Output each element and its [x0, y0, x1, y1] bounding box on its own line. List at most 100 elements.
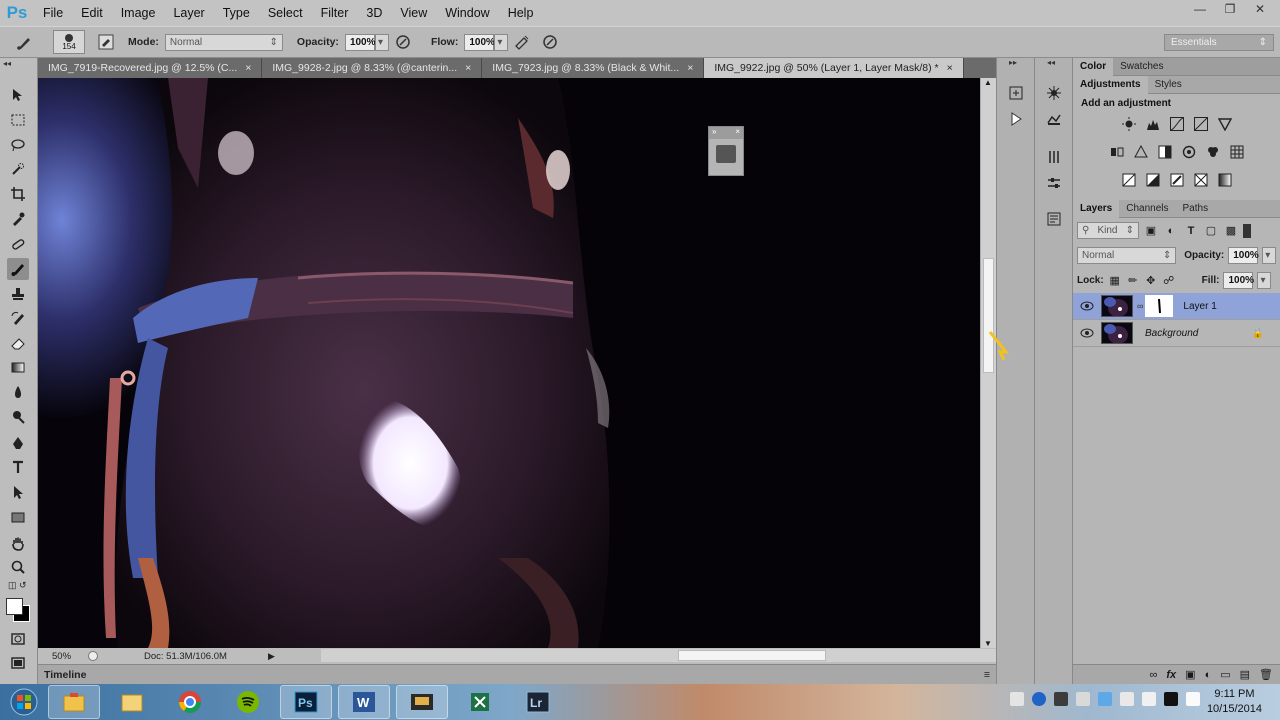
path-selection-tool-icon[interactable] [7, 481, 29, 503]
tab-swatches[interactable]: Swatches [1113, 58, 1170, 76]
actions-panel-icon[interactable] [1005, 108, 1027, 130]
lock-position-icon[interactable]: ✥ [1144, 274, 1158, 287]
invert-icon[interactable] [1120, 171, 1138, 189]
new-layer-icon[interactable]: ▤ [1240, 668, 1250, 681]
crop-tool-icon[interactable] [7, 183, 29, 205]
filter-toggle-icon[interactable] [1243, 223, 1251, 238]
flow-dropdown[interactable]: ▾ [494, 33, 509, 51]
volume-icon[interactable] [1142, 692, 1156, 706]
selective-color-icon[interactable] [1192, 171, 1210, 189]
taskbar-cast[interactable] [396, 685, 448, 719]
close-icon[interactable]: × [687, 62, 693, 74]
menu-view[interactable]: View [391, 0, 436, 26]
layer-kind-select[interactable]: ⚲ Kind ⇕ [1077, 222, 1139, 239]
lock-transparent-icon[interactable]: ▦ [1108, 274, 1122, 287]
history-panel-icon[interactable] [1005, 82, 1027, 104]
new-group-icon[interactable]: ▭ [1220, 668, 1230, 681]
filter-type-icon[interactable]: T [1183, 225, 1199, 237]
photo-filter-icon[interactable] [1180, 143, 1198, 161]
layer-row-layer-1[interactable]: ∞ Layer 1 [1073, 293, 1280, 320]
status-arrow-icon[interactable]: ▶ [268, 651, 275, 662]
zoom-level[interactable]: 50% [38, 651, 82, 662]
start-button[interactable] [0, 684, 48, 720]
opacity-input[interactable]: 100% [344, 33, 376, 51]
brush-panel-icon[interactable] [1043, 82, 1065, 104]
flag-icon[interactable] [1076, 692, 1090, 706]
taskbar-spotify[interactable] [222, 685, 274, 719]
rectangle-tool-icon[interactable] [7, 506, 29, 528]
fill-input[interactable]: 100% [1223, 272, 1254, 289]
swap-colors-icon[interactable]: ◫ ↺ [8, 580, 27, 591]
menu-edit[interactable]: Edit [72, 0, 112, 26]
tab-img-7923[interactable]: IMG_7923.jpg @ 8.33% (Black & Whit... × [482, 58, 705, 78]
menu-type[interactable]: Type [214, 0, 259, 26]
quick-select-tool-icon[interactable] [7, 158, 29, 180]
filter-adjustment-icon[interactable]: ◐ [1163, 225, 1179, 237]
gradient-map-icon[interactable] [1216, 171, 1234, 189]
gradient-tool-icon[interactable] [7, 356, 29, 378]
taskbar-word[interactable]: W [338, 685, 390, 719]
mode-select[interactable]: Normal ⇕ [164, 33, 283, 51]
dodge-tool-icon[interactable] [7, 406, 29, 428]
taskbar-libraries[interactable] [106, 685, 158, 719]
hand-tool-icon[interactable] [7, 532, 29, 554]
clone-source-icon[interactable] [1043, 172, 1065, 194]
curves-icon[interactable] [1168, 115, 1186, 133]
timeline-panel[interactable]: Timeline ≡ [38, 664, 996, 684]
brush-size-picker[interactable]: 154 [53, 30, 85, 54]
new-adjustment-icon[interactable]: ◐ [1205, 669, 1212, 681]
threshold-icon[interactable] [1168, 171, 1186, 189]
filter-shape-icon[interactable]: ▢ [1203, 224, 1219, 237]
taskbar-excel[interactable] [454, 685, 506, 719]
taskbar-explorer-folder[interactable] [48, 685, 100, 719]
menu-help[interactable]: Help [499, 0, 543, 26]
tray-app-icon[interactable] [1054, 692, 1068, 706]
taskbar-lightroom[interactable]: Lr [512, 685, 564, 719]
scroll-up-icon[interactable]: ▲ [984, 78, 992, 87]
toolbox-collapse-icon[interactable]: ◂◂ [3, 59, 11, 68]
menu-window[interactable]: Window [436, 0, 498, 26]
layer-name[interactable]: Layer 1 [1183, 301, 1216, 312]
menu-filter[interactable]: Filter [312, 0, 358, 26]
quick-mask-icon[interactable] [7, 628, 29, 650]
black-white-icon[interactable] [1156, 143, 1174, 161]
scroll-down-icon[interactable]: ▼ [984, 639, 992, 648]
marquee-tool-icon[interactable] [7, 109, 29, 131]
filter-pixel-icon[interactable]: ▣ [1143, 224, 1159, 237]
taskbar-photoshop[interactable]: Ps [280, 685, 332, 719]
link-icon[interactable]: ∞ [1137, 301, 1143, 311]
layer-opacity-dropdown[interactable]: ▾ [1262, 247, 1276, 264]
menu-layer[interactable]: Layer [164, 0, 213, 26]
horizontal-scroll-thumb[interactable] [678, 650, 826, 661]
vibrance-icon[interactable] [1216, 115, 1234, 133]
brush-tool-icon[interactable] [7, 258, 29, 280]
foreground-color-swatch[interactable] [6, 598, 23, 615]
delete-layer-icon[interactable]: 🗑 [1259, 668, 1273, 681]
filter-smart-object-icon[interactable]: ▩ [1223, 224, 1239, 237]
link-layers-icon[interactable]: ∞ [1150, 669, 1158, 681]
tab-channels[interactable]: Channels [1119, 200, 1175, 218]
close-icon[interactable]: × [465, 62, 471, 74]
zoom-tool-icon[interactable] [7, 556, 29, 578]
lock-pixels-icon[interactable]: ✏ [1126, 274, 1140, 287]
pen-tool-icon[interactable] [7, 432, 29, 454]
brush-panel-icon[interactable] [95, 31, 117, 53]
layer-mask-thumbnail[interactable] [1145, 295, 1174, 317]
taskbar-chrome[interactable] [164, 685, 216, 719]
tab-styles[interactable]: Styles [1148, 76, 1189, 94]
channel-mixer-icon[interactable] [1204, 143, 1222, 161]
color-balance-icon[interactable] [1132, 143, 1150, 161]
wifi-icon[interactable] [1164, 692, 1178, 706]
type-tool-icon[interactable] [7, 456, 29, 478]
layer-name[interactable]: Background [1145, 328, 1198, 339]
eyedropper-tool-icon[interactable] [7, 208, 29, 230]
panel-menu-icon[interactable]: ≡ [984, 669, 990, 681]
move-tool-icon[interactable] [7, 84, 29, 106]
fill-dropdown[interactable]: ▾ [1257, 272, 1272, 289]
workspace-switcher[interactable]: Essentials ⇕ [1164, 34, 1274, 51]
layer-row-background[interactable]: Background 🔒 [1073, 320, 1280, 347]
screen-mode-icon[interactable] [7, 652, 29, 674]
layer-opacity-input[interactable]: 100% [1228, 247, 1259, 264]
vertical-scrollbar[interactable]: ▲ ▼ [980, 78, 996, 648]
blur-tool-icon[interactable] [7, 381, 29, 403]
